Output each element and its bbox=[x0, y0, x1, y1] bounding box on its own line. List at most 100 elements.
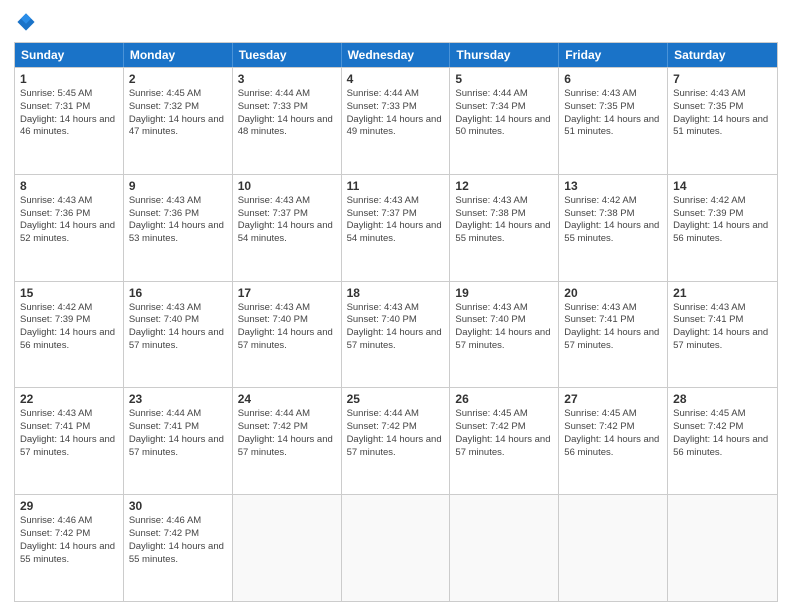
day-info: Sunrise: 4:43 AMSunset: 7:35 PMDaylight:… bbox=[564, 88, 662, 139]
calendar-cell: 29 Sunrise: 4:46 AMSunset: 7:42 PMDayligh… bbox=[15, 495, 124, 601]
calendar-cell: 17Sunrise: 4:43 AMSunset: 7:40 PMDayligh… bbox=[233, 282, 342, 388]
day-number: 20 bbox=[564, 286, 662, 300]
calendar-cell: 28 Sunrise: 4:45 AMSunset: 7:42 PMDayligh… bbox=[668, 388, 777, 494]
header-sunday: Sunday bbox=[15, 43, 124, 67]
logo bbox=[14, 10, 42, 34]
day-number: 28 bbox=[673, 392, 772, 406]
calendar-page: Sunday Monday Tuesday Wednesday Thursday… bbox=[0, 0, 792, 612]
calendar-cell: 30 Sunrise: 4:46 AMSunset: 7:42 PMDayligh… bbox=[124, 495, 233, 601]
day-info: Sunrise: 4:43 AMSunset: 7:36 PMDaylight:… bbox=[20, 195, 118, 246]
calendar-cell: 25 Sunrise: 4:44 AMSunset: 7:42 PMDayligh… bbox=[342, 388, 451, 494]
day-number: 11 bbox=[347, 179, 445, 193]
day-number: 19 bbox=[455, 286, 553, 300]
day-number: 13 bbox=[564, 179, 662, 193]
calendar-week-3: 15 Sunrise: 4:42 AMSunset: 7:39 PMDayligh… bbox=[15, 281, 777, 388]
calendar-cell: 18 Sunrise: 4:43 AMSunset: 7:40 PMDayligh… bbox=[342, 282, 451, 388]
day-info: Sunrise: 4:44 AMSunset: 7:42 PMDaylight:… bbox=[347, 408, 445, 459]
calendar-cell: 15 Sunrise: 4:42 AMSunset: 7:39 PMDayligh… bbox=[15, 282, 124, 388]
header-thursday: Thursday bbox=[450, 43, 559, 67]
calendar: Sunday Monday Tuesday Wednesday Thursday… bbox=[14, 42, 778, 602]
header-saturday: Saturday bbox=[668, 43, 777, 67]
day-number: 4 bbox=[347, 72, 445, 86]
calendar-cell: 24 Sunrise: 4:44 AMSunset: 7:42 PMDayligh… bbox=[233, 388, 342, 494]
calendar-header-row: Sunday Monday Tuesday Wednesday Thursday… bbox=[15, 43, 777, 67]
calendar-week-1: 1 Sunrise: 5:45 AMSunset: 7:31 PMDaylight… bbox=[15, 67, 777, 174]
day-info: Sunrise: 4:44 AMSunset: 7:42 PMDaylight:… bbox=[238, 408, 336, 459]
day-info: Sunrise: 4:44 AMSunset: 7:33 PMDaylight:… bbox=[347, 88, 445, 139]
day-info: Sunrise: 4:46 AMSunset: 7:42 PMDaylight:… bbox=[129, 515, 227, 566]
day-number: 10 bbox=[238, 179, 336, 193]
day-number: 18 bbox=[347, 286, 445, 300]
day-info: Sunrise: 4:45 AMSunset: 7:42 PMDaylight:… bbox=[564, 408, 662, 459]
day-info: Sunrise: 4:45 AMSunset: 7:42 PMDaylight:… bbox=[673, 408, 772, 459]
day-number: 29 bbox=[20, 499, 118, 513]
page-header bbox=[14, 10, 778, 34]
day-number: 9 bbox=[129, 179, 227, 193]
calendar-cell: 8Sunrise: 4:43 AMSunset: 7:36 PMDaylight… bbox=[15, 175, 124, 281]
day-info: Sunrise: 4:43 AMSunset: 7:36 PMDaylight:… bbox=[129, 195, 227, 246]
calendar-cell: 13Sunrise: 4:42 AMSunset: 7:38 PMDayligh… bbox=[559, 175, 668, 281]
calendar-body: 1 Sunrise: 5:45 AMSunset: 7:31 PMDaylight… bbox=[15, 67, 777, 601]
day-number: 5 bbox=[455, 72, 553, 86]
day-number: 7 bbox=[673, 72, 772, 86]
calendar-week-5: 29 Sunrise: 4:46 AMSunset: 7:42 PMDayligh… bbox=[15, 494, 777, 601]
calendar-cell: 10 Sunrise: 4:43 AMSunset: 7:37 PMDayligh… bbox=[233, 175, 342, 281]
calendar-cell: 2 Sunrise: 4:45 AMSunset: 7:32 PMDaylight… bbox=[124, 68, 233, 174]
day-number: 22 bbox=[20, 392, 118, 406]
day-info: Sunrise: 4:46 AMSunset: 7:42 PMDaylight:… bbox=[20, 515, 118, 566]
day-info: Sunrise: 4:44 AMSunset: 7:41 PMDaylight:… bbox=[129, 408, 227, 459]
day-number: 27 bbox=[564, 392, 662, 406]
calendar-week-2: 8Sunrise: 4:43 AMSunset: 7:36 PMDaylight… bbox=[15, 174, 777, 281]
calendar-cell: 26Sunrise: 4:45 AMSunset: 7:42 PMDayligh… bbox=[450, 388, 559, 494]
day-info: Sunrise: 4:43 AMSunset: 7:37 PMDaylight:… bbox=[238, 195, 336, 246]
calendar-cell: 14 Sunrise: 4:42 AMSunset: 7:39 PMDayligh… bbox=[668, 175, 777, 281]
calendar-cell bbox=[668, 495, 777, 601]
calendar-cell: 22Sunrise: 4:43 AMSunset: 7:41 PMDayligh… bbox=[15, 388, 124, 494]
day-info: Sunrise: 4:43 AMSunset: 7:40 PMDaylight:… bbox=[129, 302, 227, 353]
calendar-cell: 12 Sunrise: 4:43 AMSunset: 7:38 PMDayligh… bbox=[450, 175, 559, 281]
header-wednesday: Wednesday bbox=[342, 43, 451, 67]
calendar-cell: 16Sunrise: 4:43 AMSunset: 7:40 PMDayligh… bbox=[124, 282, 233, 388]
calendar-cell: 21Sunrise: 4:43 AMSunset: 7:41 PMDayligh… bbox=[668, 282, 777, 388]
day-number: 2 bbox=[129, 72, 227, 86]
day-info: Sunrise: 4:43 AMSunset: 7:37 PMDaylight:… bbox=[347, 195, 445, 246]
day-info: Sunrise: 4:43 AMSunset: 7:35 PMDaylight:… bbox=[673, 88, 772, 139]
calendar-cell bbox=[342, 495, 451, 601]
calendar-week-4: 22Sunrise: 4:43 AMSunset: 7:41 PMDayligh… bbox=[15, 387, 777, 494]
day-number: 25 bbox=[347, 392, 445, 406]
calendar-cell: 27 Sunrise: 4:45 AMSunset: 7:42 PMDayligh… bbox=[559, 388, 668, 494]
calendar-cell: 3Sunrise: 4:44 AMSunset: 7:33 PMDaylight… bbox=[233, 68, 342, 174]
day-number: 1 bbox=[20, 72, 118, 86]
header-tuesday: Tuesday bbox=[233, 43, 342, 67]
day-number: 17 bbox=[238, 286, 336, 300]
calendar-cell: 9 Sunrise: 4:43 AMSunset: 7:36 PMDaylight… bbox=[124, 175, 233, 281]
day-number: 24 bbox=[238, 392, 336, 406]
day-info: Sunrise: 5:45 AMSunset: 7:31 PMDaylight:… bbox=[20, 88, 118, 139]
day-number: 30 bbox=[129, 499, 227, 513]
day-info: Sunrise: 4:43 AMSunset: 7:38 PMDaylight:… bbox=[455, 195, 553, 246]
day-number: 12 bbox=[455, 179, 553, 193]
day-info: Sunrise: 4:42 AMSunset: 7:39 PMDaylight:… bbox=[20, 302, 118, 353]
header-monday: Monday bbox=[124, 43, 233, 67]
calendar-cell bbox=[450, 495, 559, 601]
calendar-cell: 23 Sunrise: 4:44 AMSunset: 7:41 PMDayligh… bbox=[124, 388, 233, 494]
day-number: 15 bbox=[20, 286, 118, 300]
calendar-cell bbox=[559, 495, 668, 601]
day-info: Sunrise: 4:43 AMSunset: 7:40 PMDaylight:… bbox=[455, 302, 553, 353]
calendar-cell: 1 Sunrise: 5:45 AMSunset: 7:31 PMDaylight… bbox=[15, 68, 124, 174]
calendar-cell bbox=[233, 495, 342, 601]
day-info: Sunrise: 4:45 AMSunset: 7:32 PMDaylight:… bbox=[129, 88, 227, 139]
calendar-cell: 7 Sunrise: 4:43 AMSunset: 7:35 PMDaylight… bbox=[668, 68, 777, 174]
day-info: Sunrise: 4:42 AMSunset: 7:39 PMDaylight:… bbox=[673, 195, 772, 246]
day-info: Sunrise: 4:44 AMSunset: 7:33 PMDaylight:… bbox=[238, 88, 336, 139]
day-number: 23 bbox=[129, 392, 227, 406]
day-number: 6 bbox=[564, 72, 662, 86]
logo-icon bbox=[14, 10, 38, 34]
day-info: Sunrise: 4:43 AMSunset: 7:41 PMDaylight:… bbox=[564, 302, 662, 353]
day-number: 14 bbox=[673, 179, 772, 193]
day-info: Sunrise: 4:43 AMSunset: 7:40 PMDaylight:… bbox=[347, 302, 445, 353]
calendar-cell: 11 Sunrise: 4:43 AMSunset: 7:37 PMDayligh… bbox=[342, 175, 451, 281]
calendar-cell: 6 Sunrise: 4:43 AMSunset: 7:35 PMDaylight… bbox=[559, 68, 668, 174]
calendar-cell: 20 Sunrise: 4:43 AMSunset: 7:41 PMDayligh… bbox=[559, 282, 668, 388]
calendar-cell: 4 Sunrise: 4:44 AMSunset: 7:33 PMDaylight… bbox=[342, 68, 451, 174]
